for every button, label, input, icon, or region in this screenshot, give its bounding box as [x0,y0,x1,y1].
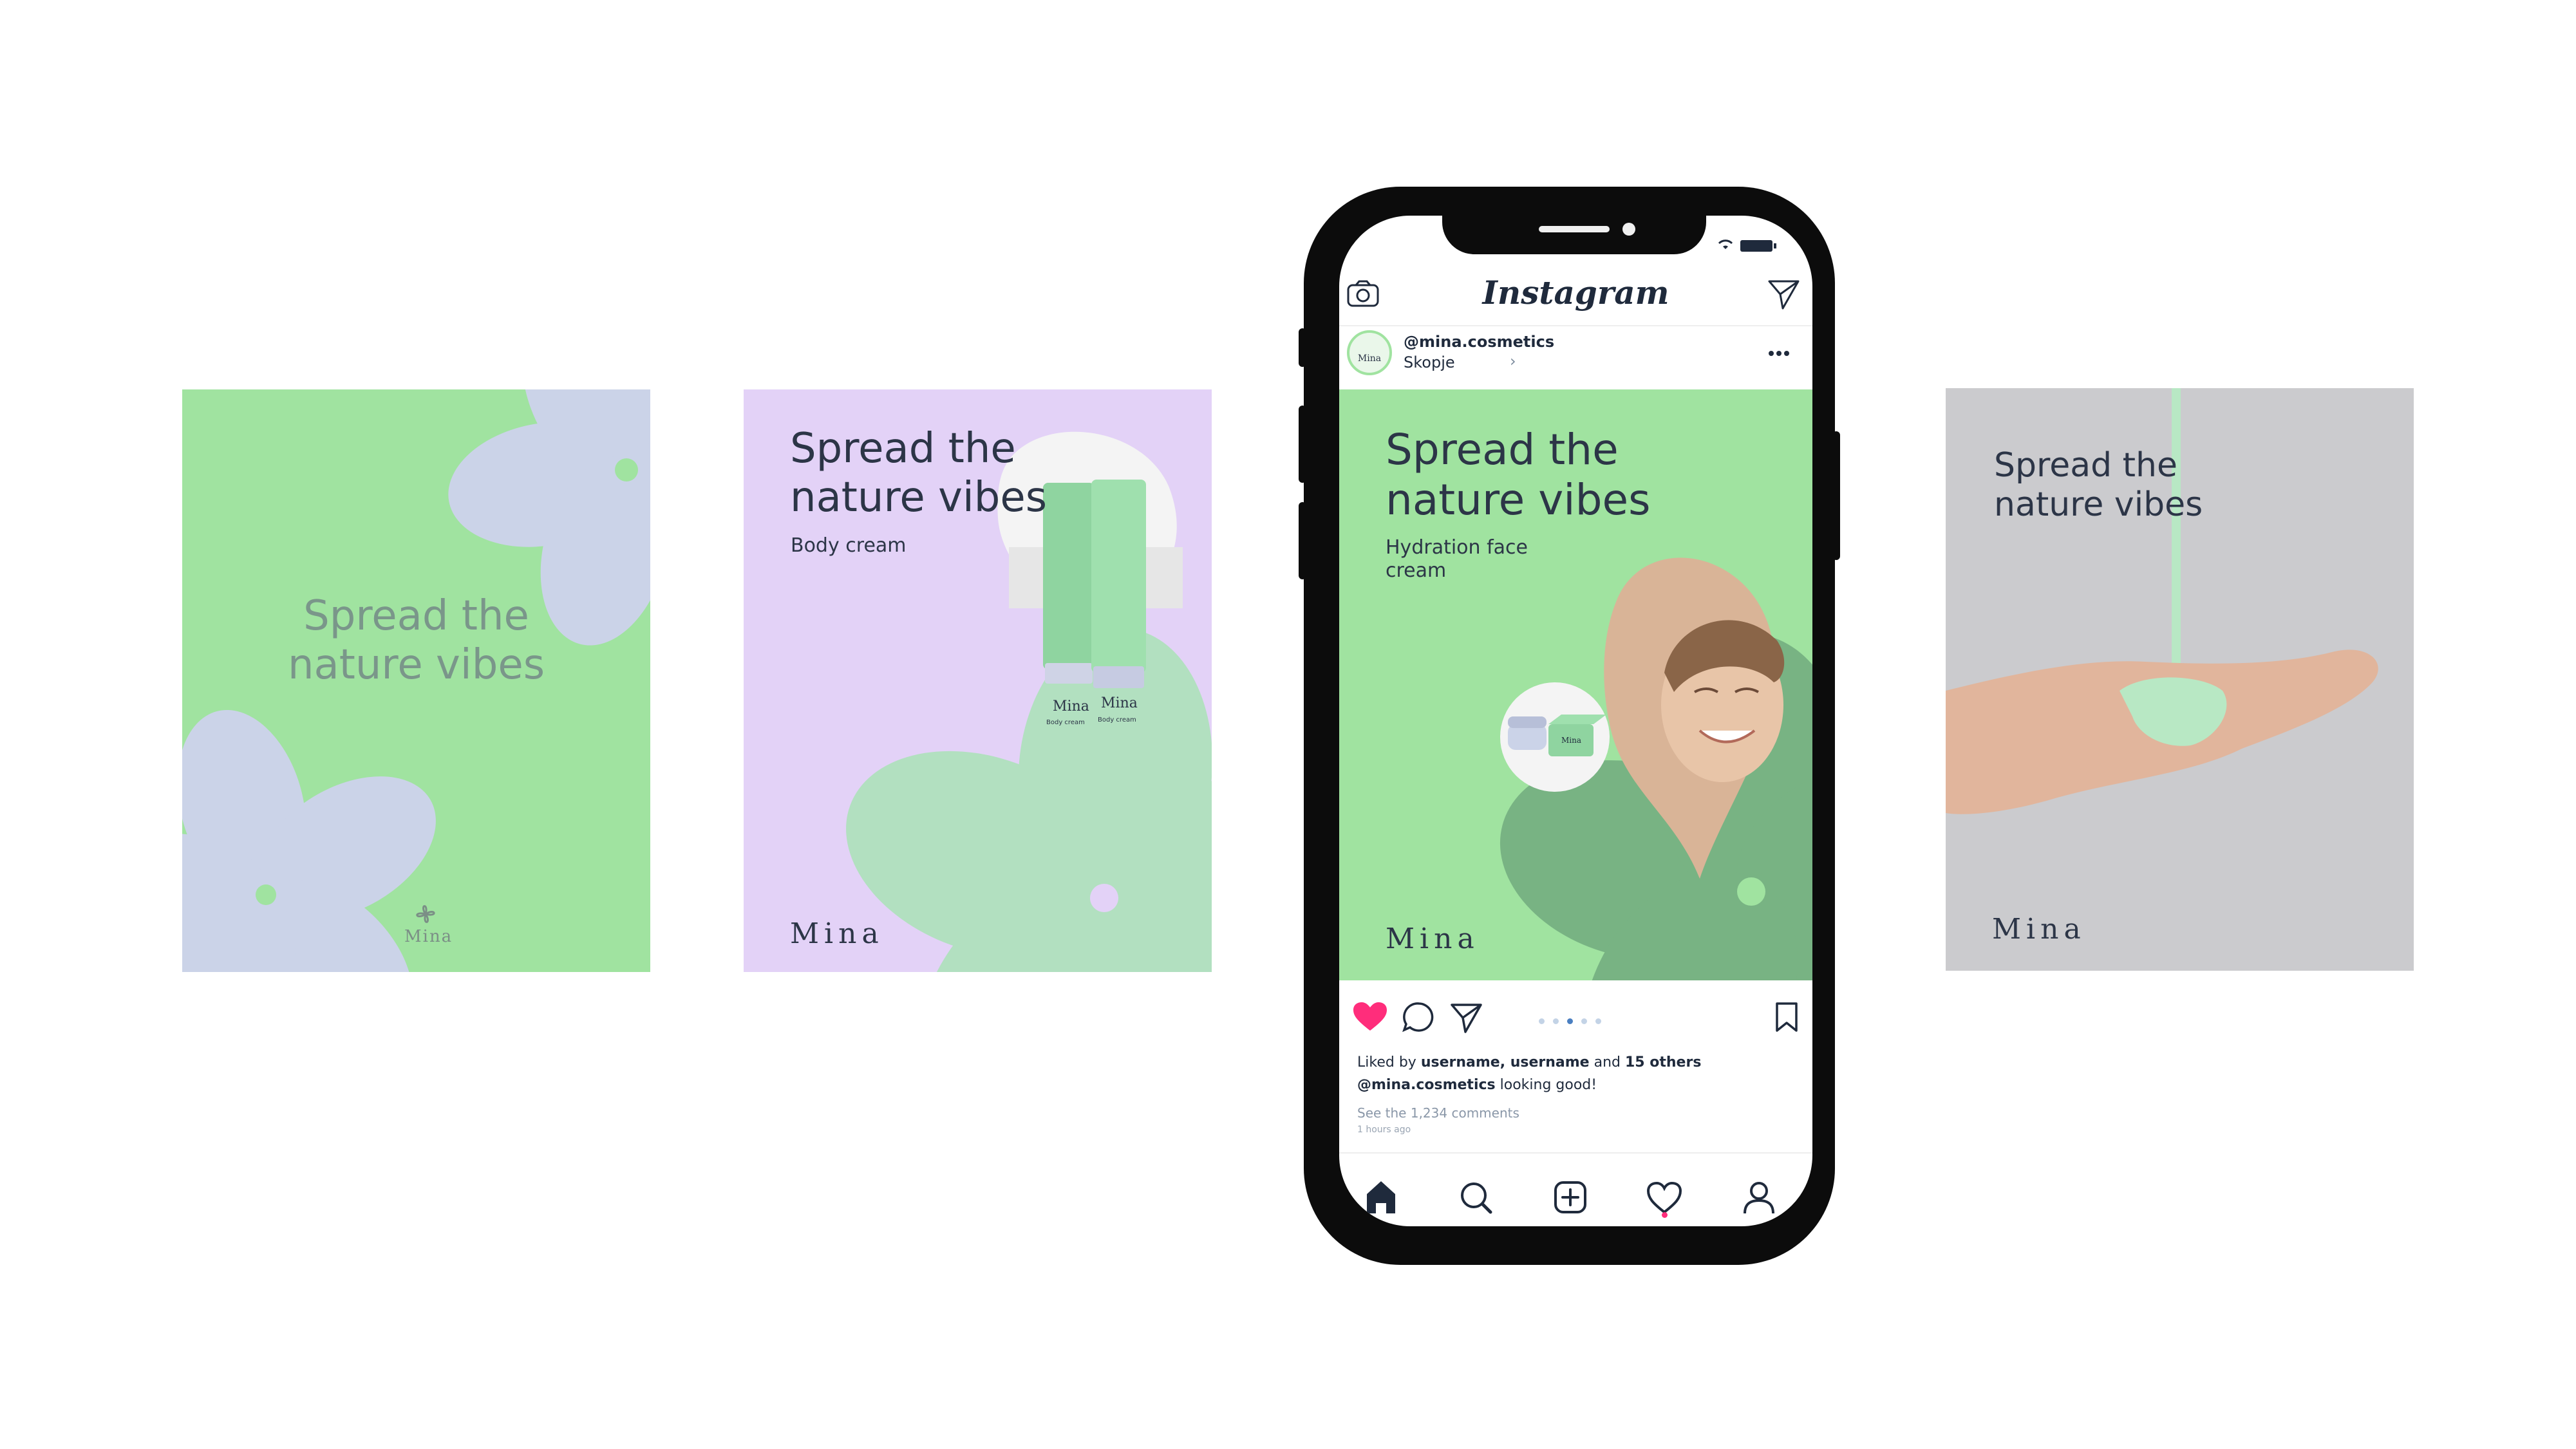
avatar[interactable]: Mina [1347,330,1392,375]
post-subtitle: Hydration face cream [1386,536,1528,583]
mina-logo-icon [416,905,435,923]
phone-power-button [1832,431,1840,560]
card4-headline: Spread the nature vibes [1994,446,2203,525]
location-arrow: › [1510,352,1516,370]
carousel-dot [1567,1018,1573,1024]
send-icon[interactable] [1766,277,1802,311]
likes-and: and [1594,1054,1621,1070]
profile-username[interactable]: @mina.cosmetics [1404,333,1554,351]
card1-headline: Spread the nature vibes [182,592,650,689]
card1-headline-line2: nature vibes [287,640,545,689]
carousel-dot [1539,1018,1545,1024]
tube-label: Body cream [1046,719,1085,726]
card1-logo-text: Mina [404,927,453,946]
instagram-logo: Instagram [1482,274,1669,312]
speaker-grille [1539,226,1610,232]
phone-notch [1442,216,1706,254]
post-logo-text: Mina [1386,922,1480,955]
card2-headline-line1: Spread the [790,425,1016,472]
carousel-dots [1539,1016,1610,1024]
card4-logo-text: Mina [1992,913,2086,946]
post-headline-line1: Spread the [1386,425,1619,474]
tube-label: Body cream [1098,716,1136,724]
carousel-dot [1553,1018,1559,1024]
card2-headline: Spread the nature vibes [790,425,1047,522]
jar-label: Mina [1561,736,1582,745]
tube-brand: Mina [1101,695,1138,711]
header-divider [1339,325,1812,326]
phone-screen: Instagram Mina @mina.cosmetics Skopje › [1339,216,1812,1226]
like-heart-icon[interactable] [1352,1001,1388,1033]
share-icon[interactable] [1449,1001,1483,1034]
carousel-dot [1595,1018,1601,1024]
front-camera [1622,223,1635,236]
status-bar-icons [1718,239,1776,252]
avatar-text: Mina [1357,353,1382,364]
more-icon[interactable] [1767,350,1793,357]
card4-headline-line1: Spread the [1994,446,2177,485]
likes-others[interactable]: 15 others [1625,1054,1701,1070]
phone-side-button [1299,328,1306,367]
post-subtitle-line1: Hydration face [1386,536,1528,559]
profile-icon[interactable] [1736,1175,1782,1220]
card2-logo-text: Mina [790,917,884,950]
card2-subtitle: Body cream [791,534,907,557]
search-icon[interactable] [1453,1175,1498,1220]
bookmark-icon[interactable] [1773,1001,1801,1034]
post-time: 1 hours ago [1357,1125,1411,1135]
post-subtitle-line2: cream [1386,559,1447,582]
add-post-icon[interactable] [1548,1175,1593,1220]
phone-volume-down [1299,502,1306,579]
card2-headline-line2: nature vibes [790,473,1048,521]
post-card-gray[interactable]: Spread the nature vibes Mina [1946,388,2414,971]
post-headline-line2: nature vibes [1386,474,1651,525]
post-card-green[interactable]: Spread the nature vibes Mina [182,389,650,972]
likes-users[interactable]: username, username [1421,1054,1590,1070]
card4-headline-line2: nature vibes [1994,485,2203,525]
post-card-lavender[interactable]: Mina Mina Body cream Body cream Spread t… [744,389,1212,972]
carousel-dot [1581,1018,1587,1024]
card1-headline-line1: Spread the [303,592,529,640]
likes-prefix: Liked by [1357,1054,1416,1070]
caption: @mina.cosmetics looking good! [1357,1077,1597,1093]
nav-divider [1339,1152,1812,1154]
activity-indicator-dot [1662,1212,1668,1218]
comment-icon[interactable] [1402,1001,1436,1034]
caption-text: looking good! [1500,1077,1597,1093]
view-comments-link[interactable]: See the 1,234 comments [1357,1105,1519,1121]
post-headline: Spread the nature vibes [1386,425,1651,525]
phone-volume-up [1299,406,1306,483]
home-icon[interactable] [1359,1175,1404,1220]
likes-text: Liked by username, username and 15 other… [1357,1054,1701,1070]
tube-brand: Mina [1053,698,1089,715]
post-image[interactable]: Mina Spread the nature vibes Hydration f… [1339,389,1812,980]
profile-location[interactable]: Skopje [1404,353,1455,371]
caption-user[interactable]: @mina.cosmetics [1357,1077,1496,1093]
